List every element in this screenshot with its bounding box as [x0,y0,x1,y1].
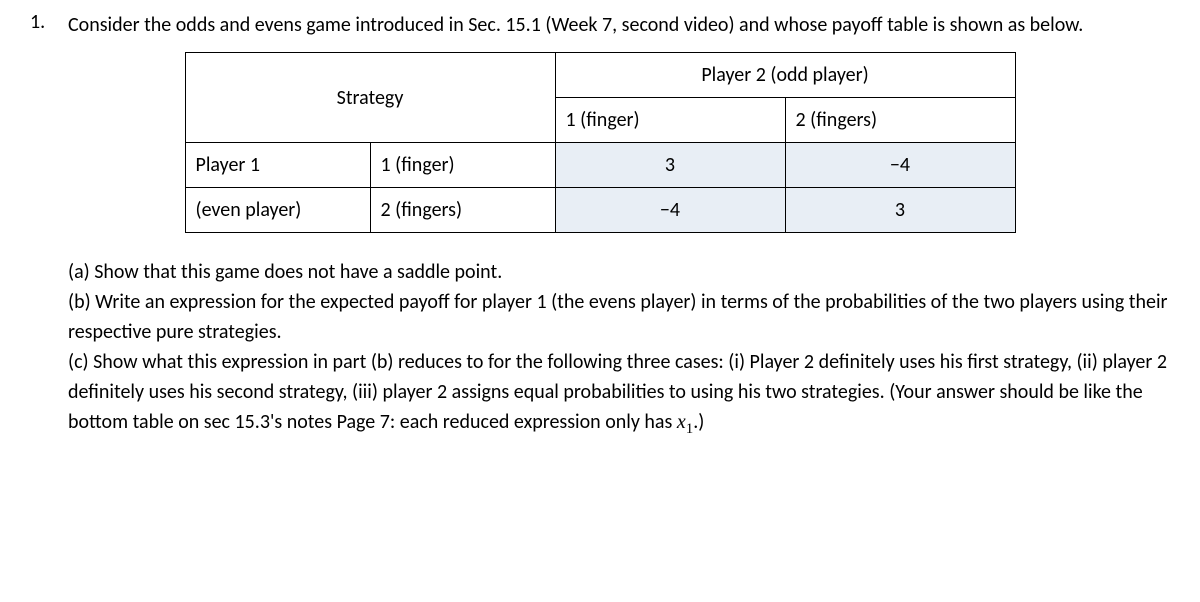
strategy-header: Strategy [185,53,555,143]
math-var-x: x [677,411,686,433]
payoff-r2c2: 3 [785,188,1015,233]
col-header-1: 1 (finger) [555,98,785,143]
problem-intro-text: Consider the odds and evens game introdu… [68,10,1170,40]
subpart-b: (b) Write an expression for the expected… [68,287,1170,347]
col-header-2: 2 (fingers) [785,98,1015,143]
payoff-r1c1: 3 [555,143,785,188]
problem-page: 1. Consider the odds and evens game intr… [30,10,1170,441]
payoff-r2c1: −4 [555,188,785,233]
problem-number: 1. [30,10,68,34]
payoff-table: Strategy Player 2 (odd player) 1 (finger… [185,52,1016,233]
player1-label-a: Player 1 [185,143,370,188]
subpart-c-suffix: .) [693,410,704,434]
subpart-a: (a) Show that this game does not have a … [68,257,1170,287]
subparts-block: (a) Show that this game does not have a … [30,257,1170,441]
player2-header: Player 2 (odd player) [555,53,1015,98]
subpart-c: (c) Show what this expression in part (b… [68,347,1170,441]
row2-strategy: 2 (fingers) [370,188,555,233]
payoff-r1c2: −4 [785,143,1015,188]
row1-strategy: 1 (finger) [370,143,555,188]
player1-label-b: (even player) [185,188,370,233]
subpart-c-prefix: (c) Show what this expression in part (b… [68,350,1167,434]
problem-intro-block: 1. Consider the odds and evens game intr… [30,10,1170,40]
